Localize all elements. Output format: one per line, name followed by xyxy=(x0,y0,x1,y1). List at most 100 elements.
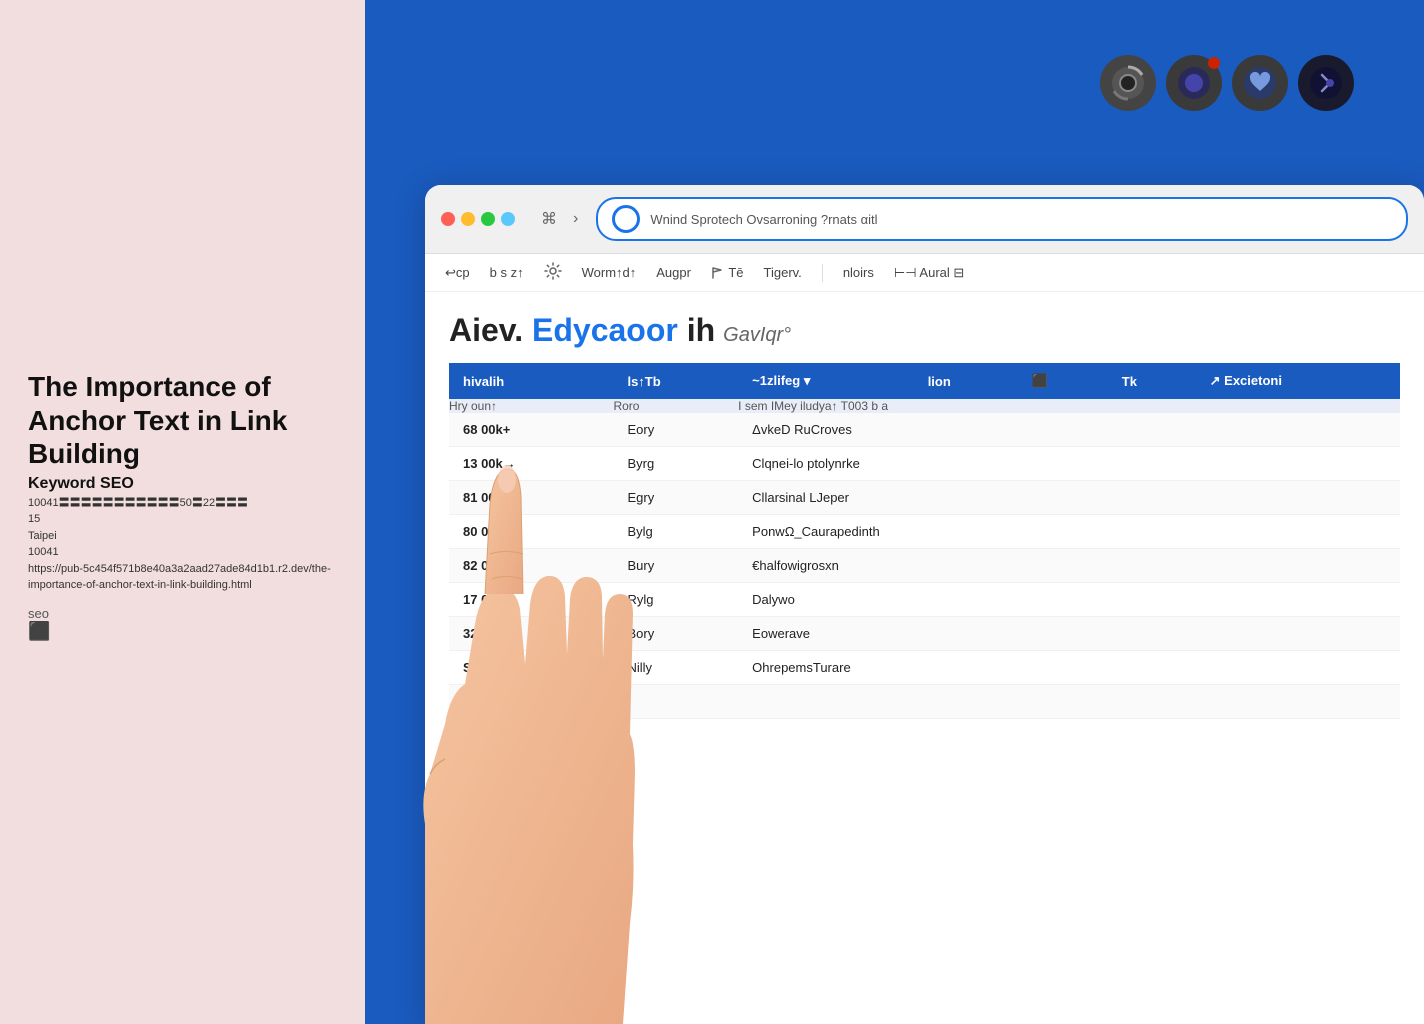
table-header-row: hivalih ls↑Tb ~1zlifeg ▾ lion ⬛ Tk ↗ Exc… xyxy=(449,363,1400,399)
sidebar-meta-num: 15 xyxy=(28,511,337,528)
table-row: 68 00k+ Eory ΔvkeD RuCroves xyxy=(449,413,1400,447)
browser-icon-1 xyxy=(1100,55,1156,111)
top-icons-area xyxy=(1100,55,1354,111)
toolbar-item-tigerv[interactable]: Tigerv. xyxy=(764,265,802,280)
cell-name-1: Clqnei-lo ptolynrke xyxy=(738,447,1400,481)
table-row: 13 00k→ Byrg Clqnei-lo ptolynrke xyxy=(449,447,1400,481)
browser-logo-4-icon xyxy=(1308,65,1344,101)
col-header-lstb: ls↑Tb xyxy=(613,363,738,399)
browser-icon-3 xyxy=(1232,55,1288,111)
settings-icon xyxy=(544,262,562,280)
toolbar-item-nloirs[interactable]: nloirs xyxy=(843,265,874,280)
page-title-text2: Edycaoor xyxy=(532,312,678,348)
cell-diff-2: Egry xyxy=(613,481,738,515)
nav-forward-icon[interactable]: › xyxy=(567,208,584,230)
page-title-text4: ih xyxy=(687,312,715,348)
table-row: 32 00k+ Bory Eowerave xyxy=(449,617,1400,651)
cell-name-5: Dalywo xyxy=(738,583,1400,617)
traffic-light-maximize[interactable] xyxy=(481,212,495,226)
cell-name-2: Cllarsinal LJeper xyxy=(738,481,1400,515)
traffic-light-extra[interactable] xyxy=(501,212,515,226)
subheader-roro: Roro xyxy=(613,399,738,413)
table-row: 82 00k+ Bury €halfowigrosxn xyxy=(449,549,1400,583)
sidebar-title: The Importance of Anchor Text in Link Bu… xyxy=(28,370,337,471)
cell-diff-4: Bury xyxy=(613,549,738,583)
nav-back-icon[interactable]: ⌘ xyxy=(535,207,563,231)
cell-diff-5: Rylg xyxy=(613,583,738,617)
browser-content: Aiev. Edycaoor ih GavIqr° hivalih ls↑Tb … xyxy=(425,292,1424,739)
data-table: hivalih ls↑Tb ~1zlifeg ▾ lion ⬛ Tk ↗ Exc… xyxy=(449,363,1400,719)
toolbar-item-0[interactable]: ↩cp xyxy=(445,265,470,281)
traffic-light-close[interactable] xyxy=(441,212,455,226)
browser-toolbar: ↩cp b s z↑ Worm↑d↑ Augpr Tē Tigerv. nloi… xyxy=(425,254,1424,292)
toolbar-item-2[interactable] xyxy=(544,262,562,283)
browser-chrome: ⌘ › Wnind Sprotech Ovsarroning ?rnats αi… xyxy=(425,185,1424,254)
browser-omnibox[interactable]: Wnind Sprotech Ovsarroning ?rnats αitl xyxy=(596,197,1408,241)
table-subheader-row: Hry oun↑ Roro I sem IMey iludya↑ T003 b … xyxy=(449,399,1400,413)
flag-icon xyxy=(711,266,725,280)
cell-name-3: PonwΩ_Caurapedinth xyxy=(738,515,1400,549)
cell-volume-3: 80 00k+ xyxy=(449,515,613,549)
traffic-light-minimize[interactable] xyxy=(461,212,475,226)
omnibox-text: Wnind Sprotech Ovsarroning ?rnats αitl xyxy=(650,212,1392,227)
col-header-1zlifeg: ~1zlifeg ▾ xyxy=(738,363,914,399)
toolbar-item-te[interactable]: Tē xyxy=(711,265,744,281)
subheader-text: I sem IMey iludya↑ T003 b a xyxy=(738,399,1400,413)
browser-nav: ⌘ › xyxy=(535,207,584,231)
browser-icon-4 xyxy=(1298,55,1354,111)
cell-name-0: ΔvkeD RuCroves xyxy=(738,413,1400,447)
toolbar-separator xyxy=(822,264,823,282)
cell-volume-8: 8E 00k+ xyxy=(449,685,613,719)
sidebar-meta-url: https://pub-5c454f571b8e40a3a2aad27ade84… xyxy=(28,561,337,594)
col-header-tk: Tk xyxy=(1108,363,1196,399)
table-row: S0 00k+ Nilly OhrepemsTurare xyxy=(449,651,1400,685)
col-header-icon: ⬛ xyxy=(1018,363,1108,399)
cell-volume-2: 81 00k+ xyxy=(449,481,613,515)
cell-volume-4: 82 00k+ xyxy=(449,549,613,583)
col-header-hivalih: hivalih xyxy=(449,363,613,399)
table-row: 8E 00k+ xyxy=(449,685,1400,719)
cell-name-4: €halfowigrosxn xyxy=(738,549,1400,583)
browser-logo-3-icon xyxy=(1242,65,1278,101)
main-bg-top xyxy=(365,0,1424,185)
cell-diff-8 xyxy=(613,685,738,719)
browser-logo-1-icon xyxy=(1110,65,1146,101)
sidebar-meta-city: Taipei xyxy=(28,528,337,545)
toolbar-item-worm[interactable]: Worm↑d↑ xyxy=(582,265,637,280)
col-header-lion: lion xyxy=(914,363,1018,399)
browser-logo-2-icon xyxy=(1176,65,1212,101)
cell-volume-5: 17 004+ xyxy=(449,583,613,617)
toolbar-item-aural[interactable]: ⊢⊣ Aural ⊟ xyxy=(894,265,964,281)
browser-icon-2-container xyxy=(1166,55,1222,111)
notification-dot xyxy=(1208,57,1220,69)
page-title-part1: Aiev. Edycaoor ih xyxy=(449,312,715,349)
main-area: ⌘ › Wnind Sprotech Ovsarroning ?rnats αi… xyxy=(365,0,1424,1024)
subheader-hryoun: Hry oun↑ xyxy=(449,399,613,413)
cell-diff-1: Byrg xyxy=(613,447,738,481)
cell-diff-3: Bylg xyxy=(613,515,738,549)
traffic-lights xyxy=(441,212,515,226)
cell-volume-6: 32 00k+ xyxy=(449,617,613,651)
browser-window: ⌘ › Wnind Sprotech Ovsarroning ?rnats αi… xyxy=(425,185,1424,1024)
sidebar: The Importance of Anchor Text in Link Bu… xyxy=(0,0,365,1024)
sidebar-subtitle: Keyword SEO xyxy=(28,475,337,493)
table-row: 80 00k+ Bylg PonwΩ_Caurapedinth xyxy=(449,515,1400,549)
cell-name-6: Eowerave xyxy=(738,617,1400,651)
cell-volume-1: 13 00k→ xyxy=(449,447,613,481)
sidebar-meta-id: 10041〓〓〓〓〓〓〓〓〓〓〓50〓22〓〓〓 xyxy=(28,495,337,512)
table-row: 81 00k+ Egry Cllarsinal LJeper xyxy=(449,481,1400,515)
cell-diff-6: Bory xyxy=(613,617,738,651)
sidebar-tag-icon: ⬛ xyxy=(28,621,337,642)
page-title: Aiev. Edycaoor ih GavIqr° xyxy=(449,312,1400,349)
cell-diff-0: Eory xyxy=(613,413,738,447)
toolbar-item-augpr[interactable]: Augpr xyxy=(656,265,691,280)
page-title-text1: Aiev. xyxy=(449,312,523,348)
cell-diff-7: Nilly xyxy=(613,651,738,685)
omnibox-icon xyxy=(612,205,640,233)
cell-name-8 xyxy=(738,685,1400,719)
sidebar-tag: seo xyxy=(28,606,337,621)
cell-volume-7: S0 00k+ xyxy=(449,651,613,685)
toolbar-item-1[interactable]: b s z↑ xyxy=(490,265,524,280)
sidebar-meta-code: 10041 xyxy=(28,544,337,561)
cell-name-7: OhrepemsTurare xyxy=(738,651,1400,685)
